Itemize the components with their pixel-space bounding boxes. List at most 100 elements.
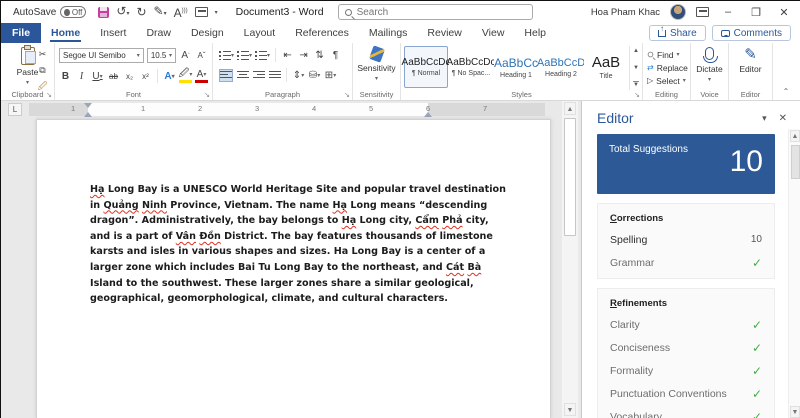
- increase-indent-icon[interactable]: ⇥: [297, 49, 310, 62]
- document-paragraph[interactable]: Hạ Long Bay is a UNESCO World Heritage S…: [90, 182, 510, 307]
- right-indent-icon[interactable]: [424, 108, 432, 117]
- pane-options-icon[interactable]: ▾: [762, 113, 767, 124]
- document-page[interactable]: Hạ Long Bay is a UNESCO World Heritage S…: [36, 119, 551, 418]
- misspelled-word[interactable]: Đồn: [199, 231, 220, 242]
- misspelled-word[interactable]: Hạ: [333, 200, 348, 211]
- shrink-font-icon[interactable]: Aˇ: [195, 49, 208, 62]
- punctuation-row[interactable]: Punctuation Conventions ✓: [610, 382, 762, 405]
- bold-button[interactable]: B: [59, 70, 72, 83]
- tab-help[interactable]: Help: [514, 23, 556, 43]
- multilevel-list-icon[interactable]: ▾: [255, 49, 270, 62]
- ribbon-display-options-icon[interactable]: [696, 7, 709, 17]
- sensitivity-button[interactable]: Sensitivity ▾: [353, 43, 400, 89]
- misspelled-word[interactable]: Cát: [446, 262, 464, 273]
- select-button[interactable]: ▷ Select ▾: [647, 74, 690, 87]
- tab-draw[interactable]: Draw: [136, 23, 181, 43]
- clipboard-dialog-launcher[interactable]: ↘: [46, 91, 52, 99]
- restore-button[interactable]: ❐: [747, 6, 765, 19]
- align-center-button[interactable]: [236, 69, 249, 82]
- find-button[interactable]: Find ▾: [647, 48, 690, 61]
- misspelled-word[interactable]: Ninh: [142, 200, 167, 211]
- pane-scrollbar-thumb[interactable]: [791, 145, 800, 179]
- strikethrough-button[interactable]: ab: [107, 70, 120, 83]
- search-input[interactable]: Search: [337, 4, 533, 20]
- replace-button[interactable]: ⇄ Replace: [647, 61, 690, 74]
- styles-more-icon[interactable]: ▼: [633, 81, 639, 88]
- superscript-button[interactable]: x²: [139, 70, 152, 83]
- borders-icon[interactable]: ⊞ ▾: [324, 69, 337, 82]
- pane-scroll-down-icon[interactable]: ▼: [790, 406, 800, 418]
- pilcrow-icon[interactable]: ¶: [329, 49, 342, 62]
- underline-button[interactable]: U ▾: [91, 70, 104, 83]
- clarity-row[interactable]: Clarity ✓: [610, 313, 762, 336]
- draw-pen-icon[interactable]: ✎▾: [154, 5, 167, 20]
- undo-icon[interactable]: ↺▾: [116, 5, 129, 20]
- line-spacing-icon[interactable]: ⇕ ▾: [292, 69, 305, 82]
- document-scrollbar[interactable]: ▲ ▼: [562, 101, 578, 418]
- customize-qat-icon[interactable]: ▾: [215, 9, 218, 16]
- horizontal-ruler[interactable]: L 1 1 2 3 4 5 6 7: [1, 103, 557, 117]
- user-name[interactable]: Hoa Pham Khac: [591, 7, 660, 18]
- misspelled-word[interactable]: Hạ: [90, 184, 105, 195]
- touch-mode-icon[interactable]: [194, 7, 208, 17]
- tab-design[interactable]: Design: [181, 23, 234, 43]
- cut-icon[interactable]: ✂: [36, 48, 49, 61]
- spelling-row[interactable]: Spelling 10: [610, 228, 762, 251]
- share-button[interactable]: Share: [648, 24, 706, 41]
- pane-scroll-up-icon[interactable]: ▲: [790, 130, 800, 142]
- save-icon[interactable]: [98, 6, 110, 18]
- misspelled-word[interactable]: Hạ: [342, 215, 357, 226]
- autosave-toggle[interactable]: Off: [60, 6, 87, 18]
- bullets-icon[interactable]: ▾: [219, 49, 234, 62]
- editor-button[interactable]: ✎ Editor: [729, 43, 772, 89]
- conciseness-row[interactable]: Conciseness ✓: [610, 336, 762, 359]
- paragraph-dialog-launcher[interactable]: ↘: [344, 91, 350, 99]
- editor-pane-scrollbar[interactable]: ▲ ▼: [788, 129, 800, 418]
- tab-references[interactable]: References: [285, 23, 359, 43]
- style-heading-1[interactable]: AaBbCc Heading 1: [494, 46, 538, 88]
- shading-icon[interactable]: ⛁ ▾: [308, 69, 321, 82]
- misspelled-word[interactable]: Quảng: [103, 200, 138, 211]
- styles-scroll-up-icon[interactable]: ▲: [633, 48, 639, 54]
- font-name-select[interactable]: Segoe UI Semibo ▾: [59, 48, 144, 63]
- subscript-button[interactable]: x₂: [123, 70, 136, 83]
- styles-dialog-launcher[interactable]: ↘: [634, 91, 640, 99]
- decrease-indent-icon[interactable]: ⇤: [281, 49, 294, 62]
- comments-button[interactable]: Comments: [711, 25, 791, 41]
- font-size-select[interactable]: 10.5 ▾: [146, 48, 176, 63]
- style-no-spacing[interactable]: AaBbCcDc ¶ No Spac...: [447, 46, 495, 88]
- user-avatar[interactable]: [670, 4, 686, 20]
- autosave-control[interactable]: AutoSave Off: [13, 6, 87, 18]
- italic-button[interactable]: I: [75, 70, 88, 83]
- tab-view[interactable]: View: [472, 23, 515, 43]
- font-dialog-launcher[interactable]: ↘: [204, 91, 210, 99]
- grow-font-icon[interactable]: Aˆ: [179, 49, 192, 62]
- align-right-button[interactable]: [252, 69, 265, 82]
- pane-close-icon[interactable]: ✕: [779, 113, 787, 124]
- text-effects-icon[interactable]: A ▾: [163, 70, 176, 83]
- tab-insert[interactable]: Insert: [90, 23, 136, 43]
- tab-selector-icon[interactable]: L: [8, 103, 22, 116]
- misspelled-word[interactable]: Cẩm: [415, 215, 439, 226]
- style-normal[interactable]: AaBbCcDc ¶ Normal: [402, 46, 450, 88]
- scrollbar-thumb[interactable]: [564, 118, 576, 236]
- misspelled-word[interactable]: Vân: [176, 231, 196, 242]
- styles-scroll-down-icon[interactable]: ▼: [633, 65, 639, 71]
- dictate-button[interactable]: Dictate ▾: [691, 43, 728, 89]
- font-color-icon[interactable]: A ▾: [195, 69, 208, 83]
- indent-marker-icon[interactable]: [84, 103, 92, 117]
- paste-dropdown-icon[interactable]: ▾: [26, 79, 29, 86]
- highlight-color-icon[interactable]: 🖉 ▾: [179, 68, 192, 83]
- tab-review[interactable]: Review: [417, 23, 471, 43]
- tab-mailings[interactable]: Mailings: [359, 23, 418, 43]
- tab-home[interactable]: Home: [41, 23, 90, 43]
- collapse-ribbon-icon[interactable]: ⌃: [773, 43, 799, 100]
- formality-row[interactable]: Formality ✓: [610, 359, 762, 382]
- misspelled-word[interactable]: Bà: [467, 262, 481, 273]
- style-title[interactable]: AaB Title: [584, 46, 628, 88]
- copy-icon[interactable]: ⧉: [36, 64, 49, 77]
- numbering-icon[interactable]: ▾: [237, 49, 252, 62]
- read-aloud-icon[interactable]: A))): [174, 5, 188, 19]
- justify-button[interactable]: [268, 69, 281, 82]
- tab-file[interactable]: File: [1, 23, 41, 43]
